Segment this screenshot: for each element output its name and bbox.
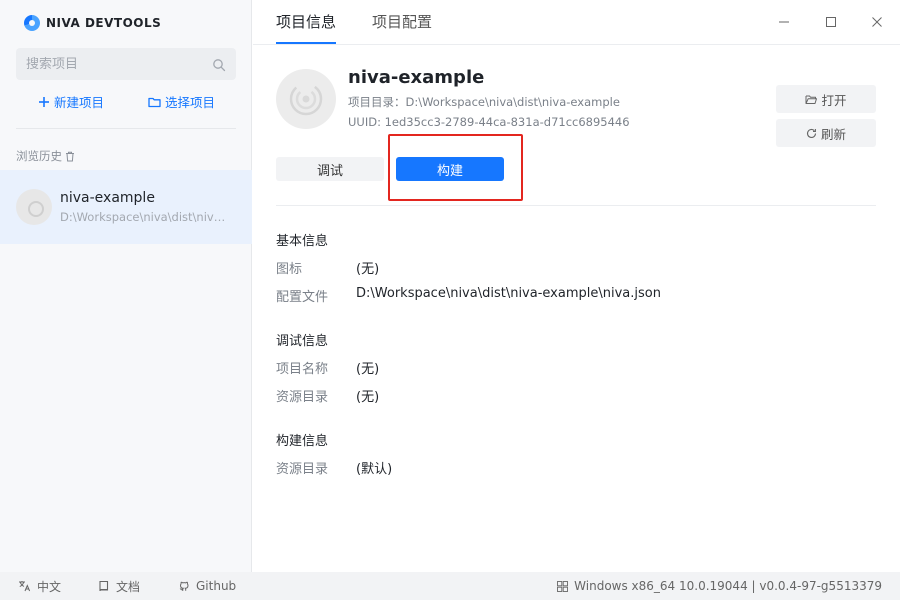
minimize-icon[interactable] xyxy=(774,12,794,32)
plus-icon xyxy=(38,96,50,108)
language-switch[interactable]: 中文 xyxy=(18,578,61,595)
icon-label: 图标 xyxy=(276,262,303,277)
close-icon[interactable] xyxy=(867,12,887,32)
open-button[interactable]: 打开 xyxy=(776,85,876,113)
book-icon xyxy=(98,580,110,592)
select-project-button[interactable]: 选择项目 xyxy=(148,92,215,111)
refresh-button-label: 刷新 xyxy=(820,126,846,142)
debug-project-name-label: 项目名称 xyxy=(276,362,329,377)
tabs-divider xyxy=(253,44,900,45)
status-bar: 中文 文档 Github Windows x86_64 10.0.19044 |… xyxy=(0,572,900,600)
github-icon xyxy=(178,580,190,592)
build-resource-dir-value: (默认) xyxy=(356,462,393,477)
version-info: Windows x86_64 10.0.19044 | v0.0.4-97-g5… xyxy=(557,579,882,593)
language-label: 中文 xyxy=(37,579,62,594)
history-item[interactable]: niva-example D:\Workspace\niva\dist\niva… xyxy=(0,170,252,244)
version-info-label: Windows x86_64 10.0.19044 | v0.0.4-97-g5… xyxy=(574,579,882,593)
tab-project-config[interactable]: 项目配置 xyxy=(372,0,432,44)
debug-info-title: 调试信息 xyxy=(276,334,329,349)
brand-name: NIVA DEVTOOLS xyxy=(46,16,162,30)
app-window: NIVA DEVTOOLS 新建项目 选择项目 xyxy=(0,0,900,600)
search-box[interactable] xyxy=(16,48,236,80)
windows-icon xyxy=(557,580,569,592)
project-icon xyxy=(276,69,336,129)
trash-icon[interactable] xyxy=(65,151,75,162)
github-link[interactable]: Github xyxy=(178,579,236,593)
tab-project-info[interactable]: 项目信息 xyxy=(276,0,337,44)
search-icon[interactable] xyxy=(212,57,226,72)
folder-open-icon xyxy=(805,94,818,105)
refresh-icon xyxy=(806,128,817,139)
icon-value: (无) xyxy=(356,262,380,277)
history-title-label: 浏览历史 xyxy=(16,149,62,163)
history-item-name: niva-example xyxy=(60,190,155,206)
sidebar-actions: 新建项目 选择项目 xyxy=(38,92,215,111)
history-item-path: D:\Workspace\niva\dist\niva-example xyxy=(60,210,228,224)
debug-button[interactable]: 调试 xyxy=(276,157,384,181)
sidebar: NIVA DEVTOOLS 新建项目 选择项目 xyxy=(0,0,252,572)
new-project-label: 新建项目 xyxy=(54,95,105,110)
main-tabs: 项目信息 项目配置 xyxy=(276,0,432,44)
history-title: 浏览历史 xyxy=(16,148,75,164)
translate-icon xyxy=(18,580,31,592)
highlight-annotation xyxy=(388,134,523,201)
config-file-value: D:\Workspace\niva\dist\niva-example\niva… xyxy=(356,286,661,301)
sidebar-divider xyxy=(16,128,236,129)
new-project-button[interactable]: 新建项目 xyxy=(38,92,104,111)
project-avatar xyxy=(16,189,52,225)
debug-project-name-value: (无) xyxy=(356,362,380,377)
folder-icon xyxy=(148,96,161,108)
brand: NIVA DEVTOOLS xyxy=(24,12,161,34)
debug-resource-dir-label: 资源目录 xyxy=(276,390,329,405)
build-resource-dir-label: 资源目录 xyxy=(276,462,329,477)
content-divider xyxy=(276,205,876,206)
select-project-label: 选择项目 xyxy=(165,95,216,110)
github-label: Github xyxy=(196,579,237,593)
build-info-title: 构建信息 xyxy=(276,434,329,449)
debug-resource-dir-value: (无) xyxy=(356,390,380,405)
config-file-label: 配置文件 xyxy=(276,290,329,305)
project-uuid: UUID: 1ed35cc3-2789-44ca-831a-d71cc68954… xyxy=(348,115,630,129)
project-directory: 项目目录：D:\Workspace\niva\dist\niva-example xyxy=(348,95,620,109)
docs-link[interactable]: 文档 xyxy=(98,578,140,595)
refresh-button[interactable]: 刷新 xyxy=(776,119,876,147)
open-button-label: 打开 xyxy=(821,92,847,108)
niva-logo-icon xyxy=(24,15,40,31)
maximize-icon[interactable] xyxy=(821,12,841,32)
basic-info-title: 基本信息 xyxy=(276,234,329,249)
history-item-text: niva-example D:\Workspace\niva\dist\niva… xyxy=(60,190,228,224)
search-input[interactable] xyxy=(26,56,212,72)
docs-label: 文档 xyxy=(116,579,141,594)
project-name: niva-example xyxy=(348,67,485,88)
